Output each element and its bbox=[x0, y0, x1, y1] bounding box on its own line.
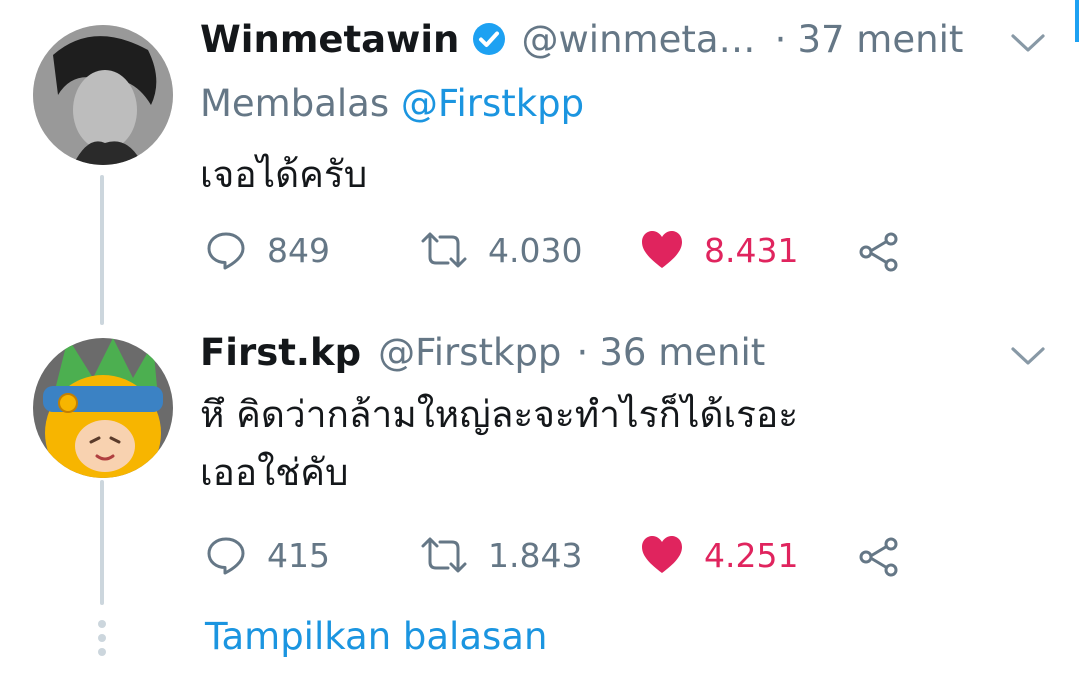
author-handle[interactable]: @winmeta… bbox=[522, 18, 756, 61]
separator-dot: · bbox=[774, 18, 787, 61]
like-count: 8.431 bbox=[704, 230, 799, 270]
tweet-text-line: เออใช่คับ bbox=[200, 451, 349, 494]
replying-to-prefix: Membalas bbox=[200, 82, 390, 125]
retweet-button[interactable]: 4.030 bbox=[420, 229, 582, 271]
thread-line bbox=[100, 175, 104, 325]
timestamp[interactable]: 37 menit bbox=[797, 18, 963, 61]
tweet-header: First.kp @Firstkpp · 36 menit bbox=[200, 331, 765, 374]
retweet-icon bbox=[421, 232, 467, 268]
avatar-photo-icon bbox=[33, 25, 173, 165]
replying-to-mention[interactable]: @Firstkpp bbox=[401, 82, 584, 125]
reply-icon bbox=[207, 232, 245, 270]
verified-badge-icon bbox=[472, 22, 506, 60]
heart-icon bbox=[642, 536, 682, 573]
reply-button[interactable]: 849 bbox=[205, 229, 330, 271]
like-button[interactable]: 8.431 bbox=[640, 229, 798, 271]
like-count: 4.251 bbox=[704, 535, 799, 575]
replying-to: Membalas @Firstkpp bbox=[200, 82, 584, 125]
timestamp[interactable]: 36 menit bbox=[599, 331, 765, 374]
reply-icon bbox=[207, 537, 245, 575]
avatar-winmetawin[interactable] bbox=[33, 25, 173, 165]
thread-line bbox=[100, 480, 104, 605]
share-button[interactable] bbox=[858, 536, 900, 578]
tweet-text: เจอได้ครับ bbox=[200, 146, 367, 204]
share-button[interactable] bbox=[858, 231, 900, 273]
chevron-down-icon[interactable] bbox=[1010, 345, 1046, 371]
share-icon bbox=[859, 232, 898, 272]
thread-dots bbox=[98, 620, 106, 662]
reply-count: 849 bbox=[267, 230, 330, 270]
like-button[interactable]: 4.251 bbox=[640, 534, 798, 576]
show-replies-link[interactable]: Tampilkan balasan bbox=[205, 615, 547, 658]
avatar-firstkp[interactable] bbox=[33, 338, 173, 478]
heart-icon bbox=[642, 231, 682, 268]
tweet-header: Winmetawin @winmeta… · 37 menit bbox=[200, 18, 963, 61]
tweet-text-line: หึ คิดว่ากล้ามใหญ่ละจะทำไรก็ได้เรอะ bbox=[200, 393, 799, 436]
scroll-indicator bbox=[1075, 0, 1079, 42]
author-name[interactable]: Winmetawin bbox=[200, 18, 459, 61]
tweet-text-line: เจอได้ครับ bbox=[200, 153, 368, 196]
retweet-icon bbox=[421, 537, 467, 573]
avatar-photo-icon bbox=[33, 338, 173, 478]
retweet-button[interactable]: 1.843 bbox=[420, 534, 582, 576]
tweet-text: หึ คิดว่ากล้ามใหญ่ละจะทำไรก็ได้เรอะ เออใ… bbox=[200, 386, 798, 502]
retweet-count: 1.843 bbox=[488, 535, 583, 575]
retweet-count: 4.030 bbox=[488, 230, 583, 270]
chevron-down-icon[interactable] bbox=[1010, 32, 1046, 58]
author-name[interactable]: First.kp bbox=[200, 331, 361, 374]
reply-button[interactable]: 415 bbox=[205, 534, 330, 576]
author-handle[interactable]: @Firstkpp bbox=[378, 331, 561, 374]
separator-dot: · bbox=[576, 331, 589, 374]
reply-count: 415 bbox=[267, 535, 330, 575]
share-icon bbox=[859, 537, 898, 577]
